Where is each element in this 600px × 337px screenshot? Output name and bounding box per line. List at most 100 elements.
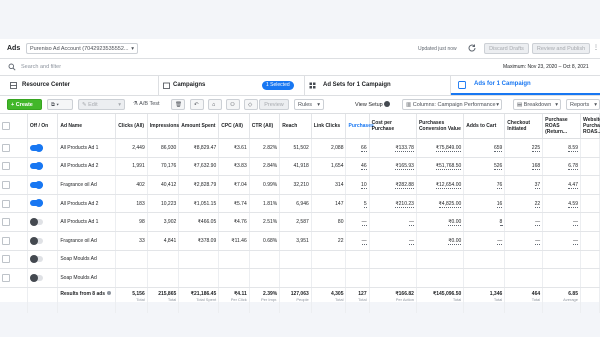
preview-button[interactable]: Preview xyxy=(259,99,289,110)
column-header[interactable]: Purchases xyxy=(345,114,374,139)
chevron-down-icon: ▾ xyxy=(496,102,499,108)
ad-name[interactable]: All Products Ad 2 xyxy=(57,194,117,214)
selected-badge[interactable]: 1 Selected xyxy=(262,81,294,90)
columns-button[interactable]: ▥ Columns: Campaign Performance ▾ xyxy=(402,99,502,110)
cell-cost-per-purchase: ₹282.88 xyxy=(369,175,417,195)
cell-link-clicks: 2,088 xyxy=(311,138,347,158)
tab-ad-sets[interactable]: Ad Sets for 1 Campaign xyxy=(305,76,451,95)
cell-web-roas xyxy=(580,175,600,195)
table-row[interactable]: All Products Ad 1 2,449 86,930 ₹8,829.47 ₹3.… xyxy=(0,138,600,158)
select-all-checkbox[interactable] xyxy=(0,114,28,139)
column-header[interactable]: Impressions xyxy=(147,114,180,139)
edit-label: Edit xyxy=(88,102,98,108)
column-header[interactable]: Purchases Conversion Value xyxy=(416,114,465,139)
refresh-icon[interactable] xyxy=(467,43,477,55)
table-row[interactable]: Fragrance oil Ad 33 4,841 ₹378.09 ₹11.46 0.68… xyxy=(0,231,600,251)
column-header[interactable]: Ad Name xyxy=(57,114,117,139)
table-row[interactable]: Soap Moulds Ad xyxy=(0,268,600,288)
column-header[interactable]: Link Clicks xyxy=(311,114,347,139)
on-off-toggle[interactable] xyxy=(27,268,59,288)
share-button[interactable]: ⚇ xyxy=(226,99,240,110)
column-header[interactable]: Off / On xyxy=(27,114,59,139)
total-ctr: 2.39% Per Impr. xyxy=(249,287,281,313)
column-header[interactable]: Adds to Cart xyxy=(463,114,506,139)
row-checkbox[interactable] xyxy=(0,250,28,270)
totals-spacer xyxy=(580,287,600,313)
tab-ads[interactable]: Ads for 1 Campaign xyxy=(451,76,600,95)
table-row[interactable]: All Products Ad 2 183 10,223 ₹1,051.15 ₹5.74… xyxy=(0,194,600,214)
on-off-toggle[interactable] xyxy=(27,212,59,232)
totals-spacer xyxy=(0,287,28,313)
ad-name[interactable]: Soap Moulds Ad xyxy=(57,268,117,288)
column-header[interactable]: Cost per Purchase xyxy=(369,114,417,139)
discard-drafts-button[interactable]: Discard Drafts xyxy=(484,43,529,54)
row-checkbox[interactable] xyxy=(0,268,28,288)
cell-purchases: — xyxy=(345,212,370,232)
row-checkbox[interactable] xyxy=(0,194,28,214)
ad-name[interactable]: All Products Ad 1 xyxy=(57,212,117,232)
ad-name[interactable]: All Products Ad 2 xyxy=(57,157,117,177)
on-off-toggle[interactable] xyxy=(27,250,59,270)
view-setup-toggle[interactable] xyxy=(384,101,390,107)
chevron-down-icon: ▾ xyxy=(131,46,134,52)
column-header[interactable]: Clicks (All) xyxy=(115,114,148,139)
column-header[interactable]: CPC (All) xyxy=(218,114,250,139)
cell-spent xyxy=(178,250,220,270)
cell-conv-value: ₹0.00 xyxy=(416,212,465,232)
on-off-toggle[interactable] xyxy=(27,157,59,177)
ad-name[interactable]: Fragrance oil Ad xyxy=(57,175,117,195)
column-header[interactable]: Purchase ROAS (Return... xyxy=(542,114,581,139)
column-header[interactable]: Website Purchase ROAS... xyxy=(580,114,600,139)
cell-link-clicks xyxy=(311,268,347,288)
row-checkbox[interactable] xyxy=(0,231,28,251)
on-off-toggle[interactable] xyxy=(27,138,59,158)
row-checkbox[interactable] xyxy=(0,157,28,177)
tab-ads-label: Ads for 1 Campaign xyxy=(474,81,531,87)
on-off-toggle[interactable] xyxy=(27,194,59,214)
rules-button[interactable]: Rules ▾ xyxy=(294,99,324,110)
column-header[interactable]: Checkout Initiated xyxy=(504,114,544,139)
tag-button[interactable]: ⌂ xyxy=(208,99,222,110)
breakdown-button[interactable]: ▤ Breakdown ▾ xyxy=(513,99,561,110)
total-link-clicks: 4,305 Total xyxy=(311,287,347,313)
table-row[interactable]: All Products Ad 2 1,991 70,176 ₹7,632.90 ₹3.… xyxy=(0,157,600,177)
column-header[interactable]: Reach xyxy=(279,114,312,139)
grid-icon xyxy=(309,82,316,91)
table-row[interactable]: Soap Moulds Ad xyxy=(0,250,600,270)
cell-cost-per-purchase: ₹133.78 xyxy=(369,138,417,158)
tab-resource-center[interactable]: Resource Center xyxy=(0,76,159,95)
tag-button[interactable]: ◇ xyxy=(244,99,258,110)
column-header[interactable]: Amount Spent xyxy=(178,114,220,139)
column-header[interactable]: CTR (All) xyxy=(249,114,281,139)
ad-name[interactable]: Fragrance oil Ad xyxy=(57,231,117,251)
on-off-toggle[interactable] xyxy=(27,231,59,251)
more-icon[interactable]: ⋮ xyxy=(593,44,599,51)
create-button[interactable]: + Create xyxy=(7,99,42,110)
cell-adds-to-cart: — xyxy=(463,231,506,251)
date-range-picker[interactable]: Maximum: Nov 23, 2020 – Oct 8, 2021 xyxy=(503,64,589,70)
cell-link-clicks: 80 xyxy=(311,212,347,232)
review-publish-button[interactable]: Review and Publish xyxy=(532,43,590,54)
row-checkbox[interactable] xyxy=(0,212,28,232)
tab-campaigns[interactable]: Campaigns 1 Selected xyxy=(159,76,305,95)
account-selector[interactable]: Pureniso Ad Account (7042923535552... ▾ xyxy=(26,43,138,54)
row-checkbox[interactable] xyxy=(0,138,28,158)
ad-name[interactable]: All Products Ad 1 xyxy=(57,138,117,158)
search-input[interactable]: Search and filter xyxy=(21,64,61,70)
duplicate-button[interactable]: ⧉ ▾ xyxy=(47,99,73,110)
table-row[interactable]: All Products Ad 1 98 3,902 ₹466.05 ₹4.76 2.51… xyxy=(0,212,600,232)
delete-button[interactable]: 🗑 xyxy=(171,99,185,110)
total-checkout: 464 Total xyxy=(504,287,544,313)
on-off-toggle[interactable] xyxy=(27,175,59,195)
reports-button[interactable]: Reports ▾ xyxy=(566,99,600,110)
total-clicks: 5,156 Total xyxy=(115,287,148,313)
table-row[interactable]: Fragrance oil Ad 402 40,412 ₹2,828.79 ₹7.04 0… xyxy=(0,175,600,195)
edit-button[interactable]: ✎ Edit ▾ xyxy=(78,99,125,110)
ab-test-button[interactable]: ⚗ A/B Test xyxy=(130,99,166,110)
cell-impressions xyxy=(147,268,180,288)
undo-button[interactable]: ↶ xyxy=(190,99,204,110)
cell-adds-to-cart xyxy=(463,250,506,270)
breakdown-label: Breakdown xyxy=(523,102,552,108)
row-checkbox[interactable] xyxy=(0,175,28,195)
ad-name[interactable]: Soap Moulds Ad xyxy=(57,250,117,270)
